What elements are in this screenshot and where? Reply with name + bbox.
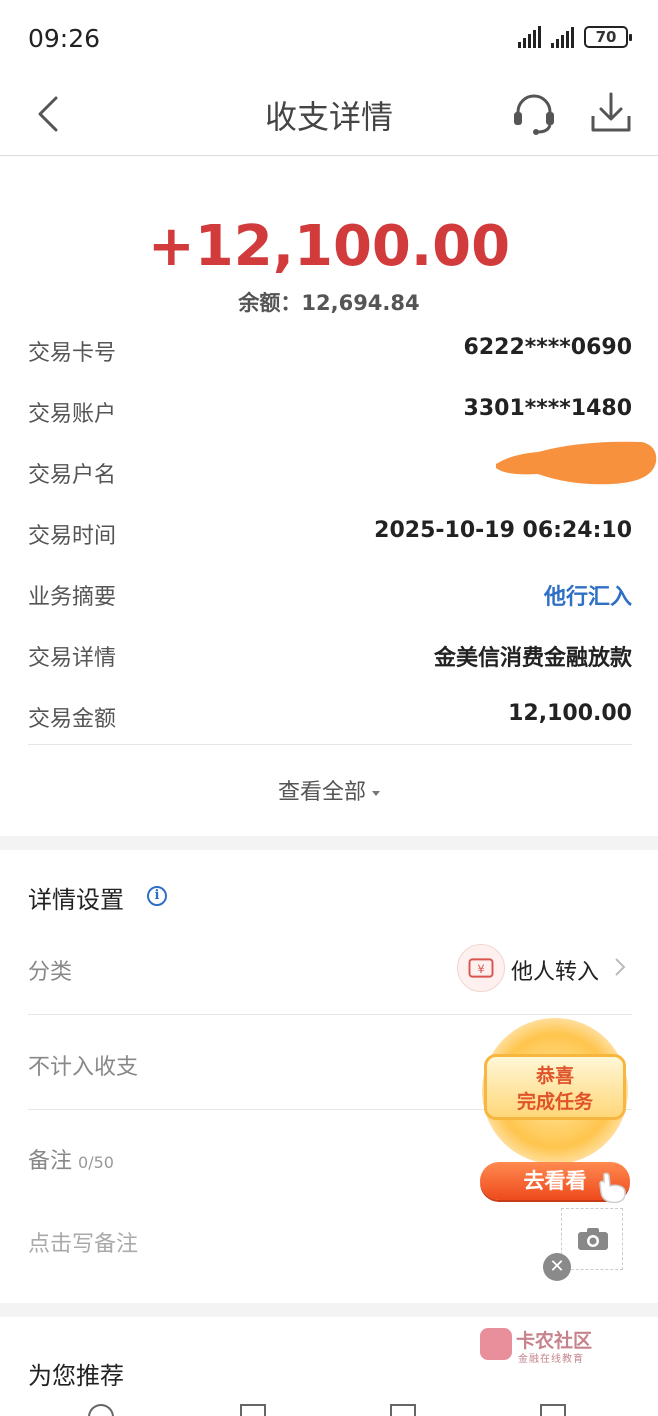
detail-row-card-number: 交易卡号 6222****0690 — [28, 329, 632, 369]
pointing-hand-icon — [599, 1172, 626, 1204]
remark-input[interactable]: 点击写备注 — [28, 1226, 138, 1258]
remark-label: 备注 — [28, 1149, 73, 1174]
info-icon[interactable]: i — [147, 886, 167, 906]
detail-label: 交易账户 — [28, 402, 117, 427]
status-bar: 09:26 70 — [0, 0, 658, 78]
detail-row-account: 交易账户 3301****1480 — [28, 390, 632, 430]
balance-value: 12,694.84 — [301, 291, 420, 315]
customer-service-icon[interactable] — [510, 90, 558, 138]
watermark-sub: 金融在线教育 — [518, 1354, 584, 1365]
section-gap — [0, 1303, 658, 1317]
balance-label: 余额： — [238, 291, 302, 315]
download-icon[interactable] — [588, 90, 634, 136]
promo-card: 恭喜 完成任务 — [484, 1054, 626, 1120]
detail-row-time: 交易时间 2025-10-19 06:24:10 — [28, 512, 632, 552]
remark-label-row: 备注 0/50 — [28, 1143, 114, 1175]
camera-icon — [578, 1228, 608, 1250]
status-time: 09:26 — [28, 24, 101, 53]
detail-value: 12,100.00 — [508, 701, 632, 726]
svg-text:¥: ¥ — [477, 962, 484, 976]
redaction-mark — [496, 441, 657, 485]
detail-row-amount: 交易金额 12,100.00 — [28, 695, 632, 735]
settings-title: 详情设置 — [28, 886, 124, 914]
detail-label: 交易时间 — [28, 524, 117, 549]
detail-label: 交易金额 — [28, 707, 117, 732]
section-gap — [0, 836, 658, 850]
detail-value-link[interactable]: 他行汇入 — [544, 579, 632, 611]
category-value[interactable]: 他人转入 — [511, 954, 599, 986]
battery-icon: 70 — [584, 26, 632, 48]
recommend-icons-row — [0, 1404, 658, 1416]
detail-value: 2025-10-19 06:24:10 — [374, 518, 632, 543]
recommend-icon-3[interactable] — [390, 1404, 416, 1416]
divider — [28, 744, 632, 745]
add-photo-button[interactable] — [561, 1208, 623, 1270]
detail-label: 业务摘要 — [28, 585, 117, 610]
detail-row-summary: 业务摘要 他行汇入 — [28, 573, 632, 613]
nav-bar: 收支详情 — [0, 78, 658, 156]
detail-row-details: 交易详情 金美信消费金融放款 — [28, 634, 632, 674]
detail-label: 交易卡号 — [28, 341, 117, 366]
category-label: 分类 — [28, 960, 73, 985]
detail-value: 6222****0690 — [463, 335, 632, 360]
page-title: 收支详情 — [264, 98, 393, 136]
recommend-title: 为您推荐 — [28, 1362, 124, 1390]
divider — [28, 1014, 632, 1015]
promo-line2: 完成任务 — [516, 1091, 593, 1113]
category-transfer-icon: ¥ — [457, 944, 505, 992]
recommend-icon-1[interactable] — [88, 1404, 114, 1416]
watermark-icon — [480, 1328, 512, 1360]
promo-widget[interactable]: 恭喜 完成任务 去看看 — [480, 1018, 632, 1208]
signal-icon-2 — [551, 26, 574, 48]
view-all-button[interactable]: 查看全部 — [0, 774, 658, 806]
exclude-label: 不计入收支 — [28, 1055, 139, 1080]
detail-value: 金美信消费金融放款 — [433, 646, 632, 671]
detail-value: 3301****1480 — [463, 396, 632, 421]
chevron-right-icon[interactable] — [614, 957, 626, 977]
balance-line: 余额：12,694.84 — [0, 287, 658, 317]
watermark-name: 卡农社区 — [516, 1330, 593, 1352]
signal-icon — [518, 26, 541, 48]
promo-close-icon[interactable]: ✕ — [543, 1253, 571, 1281]
transaction-amount: +12,100.00 — [147, 214, 511, 279]
detail-label: 交易详情 — [28, 646, 117, 671]
recommend-icon-4[interactable] — [540, 1404, 566, 1416]
status-icons: 70 — [518, 26, 632, 48]
caret-down-icon — [372, 790, 380, 796]
recommend-icon-2[interactable] — [240, 1404, 266, 1416]
promo-line1: 恭喜 — [535, 1065, 574, 1087]
view-all-label: 查看全部 — [277, 780, 366, 805]
remark-count: 0/50 — [78, 1153, 114, 1172]
detail-label: 交易户名 — [28, 463, 117, 488]
watermark-logo: 卡农社区 金融在线教育 — [478, 1326, 608, 1366]
